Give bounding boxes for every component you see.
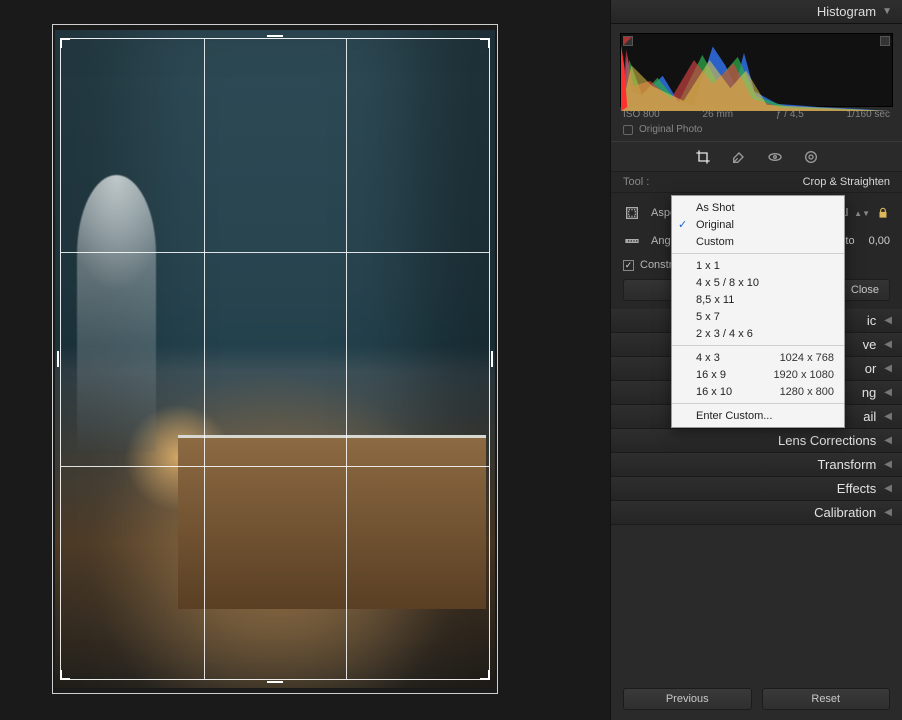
menu-item-label: 16 x 10	[696, 386, 732, 398]
spot-removal-icon[interactable]	[730, 148, 748, 166]
chevron-updown-icon: ▲▼	[854, 209, 870, 218]
crop-panel: Aspect : Original ▲▼ Angle to 0,00	[611, 193, 902, 309]
grid-line	[61, 252, 489, 253]
histogram-graph	[621, 34, 892, 111]
panel-title: Effects	[623, 481, 876, 496]
panel-title: Transform	[623, 457, 876, 472]
menu-item-label: 8,5 x 11	[696, 294, 734, 306]
aspect-menu-item[interactable]: 5 x 7	[672, 308, 844, 325]
panel-title: Calibration	[623, 505, 876, 520]
original-photo-toggle[interactable]: Original Photo	[611, 120, 902, 142]
aspect-menu-item[interactable]: 8,5 x 11	[672, 291, 844, 308]
crop-handle[interactable]	[267, 35, 283, 39]
tool-value: Crop & Straighten	[803, 176, 890, 188]
checkbox-icon[interactable]	[623, 125, 633, 135]
crop-frame[interactable]	[60, 38, 490, 680]
tool-label: Tool :	[623, 176, 649, 188]
crop-handle[interactable]	[480, 670, 490, 680]
aspect-menu-item[interactable]: Custom	[672, 233, 844, 250]
crop-handle[interactable]	[489, 351, 493, 367]
menu-separator	[672, 403, 844, 404]
right-panel: Histogram ▼ ISO 800 26 mm ƒ / 4,5 1/160 …	[610, 0, 902, 720]
panel-lens-corrections[interactable]: Lens Corrections ◀	[611, 429, 902, 453]
redeye-icon[interactable]	[766, 148, 784, 166]
reset-button[interactable]: Reset	[762, 688, 891, 710]
grid-line	[61, 466, 489, 467]
toolstrip	[611, 142, 902, 172]
aspect-menu-item[interactable]: 4 x 3 1024 x 768	[672, 349, 844, 366]
shadow-clip-indicator[interactable]	[623, 36, 633, 46]
panel-calibration[interactable]: Calibration ◀	[611, 501, 902, 525]
crop-handle[interactable]	[57, 351, 61, 367]
aspect-menu-item[interactable]: 16 x 10 1280 x 800	[672, 383, 844, 400]
menu-item-resolution: 1024 x 768	[780, 352, 834, 364]
aspect-menu-item[interactable]: 1 x 1	[672, 257, 844, 274]
aspect-icon[interactable]	[623, 204, 641, 222]
menu-item-resolution: 1920 x 1080	[773, 369, 834, 381]
menu-separator	[672, 253, 844, 254]
menu-item-label: 2 x 3 / 4 x 6	[696, 328, 753, 340]
previous-button[interactable]: Previous	[623, 688, 752, 710]
menu-item-label: Custom	[696, 236, 734, 248]
grid-line	[204, 39, 205, 679]
menu-item-label: 1 x 1	[696, 260, 720, 272]
crop-tool-icon[interactable]	[694, 148, 712, 166]
grid-line	[346, 39, 347, 679]
histogram-title: Histogram	[817, 4, 876, 19]
crop-handle[interactable]	[267, 679, 283, 683]
tool-row: Tool : Crop & Straighten	[611, 172, 902, 193]
menu-item-label: 5 x 7	[696, 311, 720, 323]
menu-separator	[672, 345, 844, 346]
aspect-menu-item[interactable]: 16 x 9 1920 x 1080	[672, 366, 844, 383]
check-icon: ✓	[678, 218, 687, 231]
angle-auto-label[interactable]: to	[845, 235, 854, 247]
image-workspace	[0, 0, 610, 720]
menu-item-label: Enter Custom...	[696, 410, 772, 422]
aspect-menu-item[interactable]: 4 x 5 / 8 x 10	[672, 274, 844, 291]
menu-item-label: 4 x 3	[696, 352, 720, 364]
menu-item-label: Original	[696, 219, 734, 231]
aspect-menu-item[interactable]: 2 x 3 / 4 x 6	[672, 325, 844, 342]
crop-handle[interactable]	[60, 38, 70, 48]
checkbox-icon: ✓	[623, 260, 634, 271]
histogram-header[interactable]: Histogram ▼	[611, 0, 902, 24]
panel-title: Lens Corrections	[623, 433, 876, 448]
crop-handle[interactable]	[60, 670, 70, 680]
angle-icon[interactable]	[623, 232, 641, 250]
aspect-ratio-menu[interactable]: As Shot ✓ Original Custom 1 x 1 4 x 5 / 8 x 1…	[671, 195, 845, 428]
panel-scrollbar[interactable]	[886, 0, 900, 720]
close-label: Close	[851, 284, 879, 296]
panel-transform[interactable]: Transform ◀	[611, 453, 902, 477]
menu-item-label: 16 x 9	[696, 369, 726, 381]
menu-item-label: 4 x 5 / 8 x 10	[696, 277, 759, 289]
aspect-menu-item[interactable]: ✓ Original	[672, 216, 844, 233]
original-photo-label: Original Photo	[639, 124, 702, 135]
menu-item-resolution: 1280 x 800	[780, 386, 834, 398]
histogram-display[interactable]	[620, 33, 893, 107]
image-canvas[interactable]	[52, 24, 498, 694]
menu-item-label: As Shot	[696, 202, 735, 214]
panel-effects[interactable]: Effects ◀	[611, 477, 902, 501]
crop-handle[interactable]	[480, 38, 490, 48]
aspect-menu-item[interactable]: Enter Custom...	[672, 407, 844, 424]
radial-filter-icon[interactable]	[802, 148, 820, 166]
aspect-menu-item[interactable]: As Shot	[672, 199, 844, 216]
